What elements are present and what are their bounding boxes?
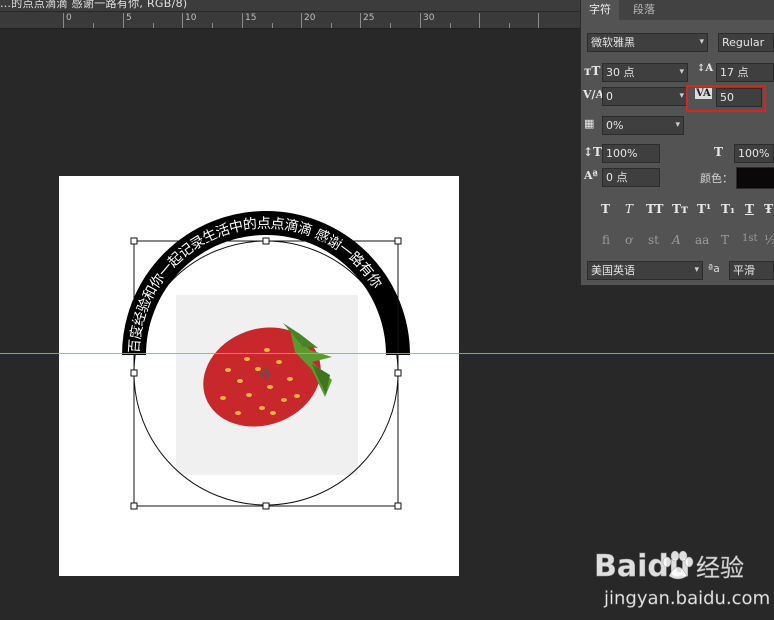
transform-handle[interactable]: [130, 237, 138, 245]
chevron-down-icon: ▾: [679, 67, 684, 77]
underline-button[interactable]: T: [745, 202, 754, 216]
oldstyle-button[interactable]: st: [648, 233, 659, 247]
horizontal-scale-icon: T: [714, 145, 723, 159]
font-style-value: Regular: [722, 36, 765, 49]
font-size-value: 30 点: [606, 66, 635, 79]
kerning-input[interactable]: 0 ▾: [602, 87, 688, 106]
font-size-icon: тT: [584, 64, 601, 78]
vertical-scale-icon: ↕T: [583, 145, 602, 159]
tsume-value: 0%: [606, 119, 624, 132]
superscript-button[interactable]: T¹: [697, 202, 711, 216]
baseline-shift-value: 0 点: [606, 171, 628, 184]
strikethrough-button[interactable]: Ŧ: [764, 202, 773, 216]
chevron-down-icon: ▾: [679, 91, 684, 101]
transform-handle[interactable]: [394, 369, 402, 377]
leading-icon: ↕A: [697, 63, 714, 74]
kerning-icon: V/A: [583, 88, 605, 101]
transform-handle[interactable]: [262, 502, 270, 510]
kerning-value: 0: [606, 90, 613, 103]
fractions-button[interactable]: ½: [764, 233, 774, 247]
tsume-icon: ▦: [584, 117, 595, 130]
titling-alternates-button[interactable]: T: [721, 233, 729, 247]
all-caps-button[interactable]: TT: [646, 202, 663, 216]
stylistic-alternates-button[interactable]: aa: [695, 233, 709, 247]
tab-character[interactable]: 字符: [581, 0, 619, 20]
horizontal-guide[interactable]: [0, 353, 774, 354]
tracking-highlight-box: [686, 85, 766, 112]
color-label: 颜色：: [700, 172, 733, 185]
horizontal-scale-value: 100%: [738, 147, 770, 160]
font-style-select[interactable]: Regular: [718, 33, 774, 52]
anti-alias-select[interactable]: 平滑: [729, 261, 774, 280]
chevron-down-icon: ▾: [694, 265, 699, 275]
leading-input[interactable]: 17 点: [716, 63, 774, 82]
transform-handle[interactable]: [130, 369, 138, 377]
swash-button[interactable]: A: [672, 233, 681, 247]
small-caps-button[interactable]: Tт: [672, 202, 688, 216]
ligature-button[interactable]: fi: [602, 233, 610, 247]
ordinals-button[interactable]: 1st: [742, 233, 758, 244]
transform-handle[interactable]: [262, 237, 270, 245]
vertical-scale-input[interactable]: 100%: [602, 144, 660, 163]
svg-text:jingyan.baidu.com: jingyan.baidu.com: [603, 588, 770, 609]
font-family-select[interactable]: 微软雅黑 ▾: [587, 33, 708, 52]
subscript-button[interactable]: T₁: [721, 202, 735, 216]
transform-handle[interactable]: [394, 502, 402, 510]
discretionary-ligature-button[interactable]: ơ: [625, 233, 632, 247]
tsume-input[interactable]: 0% ▾: [602, 116, 684, 135]
faux-bold-button[interactable]: T: [601, 202, 610, 216]
language-select[interactable]: 美国英语 ▾: [587, 261, 703, 280]
svg-text:经验: 经验: [696, 554, 744, 582]
baseline-shift-icon: Aª: [584, 169, 598, 182]
chevron-down-icon: ▾: [675, 120, 680, 130]
leading-value: 17 点: [720, 66, 749, 79]
tab-paragraph[interactable]: 段落: [625, 0, 663, 20]
anti-alias-value: 平滑: [733, 264, 755, 277]
text-color-swatch[interactable]: [736, 167, 774, 189]
baidu-logo: Baidu 经验 jingyan.baidu.com: [594, 549, 771, 609]
language-value: 美国英语: [591, 264, 635, 277]
chevron-down-icon: ▾: [699, 37, 704, 47]
transform-handle[interactable]: [130, 502, 138, 510]
font-size-input[interactable]: 30 点 ▾: [602, 63, 688, 82]
panel-tabs: 字符 段落: [581, 0, 774, 20]
vertical-scale-value: 100%: [606, 147, 638, 160]
baidu-watermark: Baidu 经验 jingyan.baidu.com: [592, 532, 774, 616]
font-family-value: 微软雅黑: [591, 36, 635, 49]
faux-italic-button[interactable]: T: [625, 202, 633, 216]
baseline-shift-input[interactable]: 0 点: [602, 168, 660, 187]
transform-handle[interactable]: [394, 237, 402, 245]
horizontal-scale-input[interactable]: 100%: [734, 144, 774, 163]
anti-alias-icon: ªa: [708, 262, 720, 275]
